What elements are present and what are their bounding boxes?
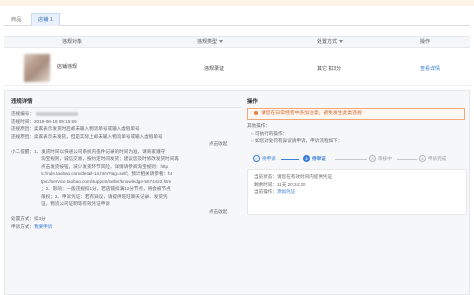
step-connector [335,159,367,160]
violation-reason-1: 违规原因：卖家表示发货时后却未输入物流单号或输入虚假单号 [11,126,140,131]
step-connector [397,159,417,160]
add-evidence-link[interactable]: 添加凭证 [277,189,295,194]
appeal-link[interactable]: 我要申诉 [34,224,52,229]
appeal-steps: ✓ 待申诉 2 待举证 3 审核中 4 申诉完成 [247,154,467,164]
violation-number-label: 违规编号： [11,111,34,116]
collapse-link[interactable]: 点击收起 [11,140,239,148]
row-object: 店铺违规 [57,64,78,70]
header-method-label: 处置方式 [317,39,338,45]
current-status: 当前状态：请您在有效时间内提供凭证 [254,174,333,179]
step-complete: 4 申诉完成 [419,154,446,164]
step-label: 申诉完成 [428,156,447,161]
knowledge-link[interactable]: tps://service.taobao.com/support/seller/… [11,178,239,186]
row-type: 违规录证 [204,66,225,72]
tip-line: 证，物流公司证明等有效凭证申诉 [41,201,110,206]
penalty-text: 处置方式：扣3分 [11,216,46,221]
tab-goods[interactable]: 商品 [4,13,28,26]
header-object: 违规对象 [62,39,83,45]
tip-line: 小二提醒：1、发货时间以快递公司系统内揽件记录的时间为准，请商家遵守 [11,148,166,154]
warning-text: 请您在日常经营中多加注意，避免发生此类违规 [261,111,362,116]
step-label: 待申诉 [262,156,276,161]
step-number: 2 [303,155,310,163]
filter-icon[interactable] [339,40,344,44]
notice-bar [0,0,474,6]
evidence-card: 当前状态：请您在有效时间内提供凭证 剩余时间：11天 20:24:20 当前操作… [247,169,467,215]
tip-line: 限权；3、申诉凭证：若有异议，请提供旺旺聊天记录、发货凭 [41,193,168,199]
operation-label: 当前操作： [254,189,277,194]
item-thumbnail [24,54,50,82]
detail-panel: 违规详情 违规编号： 违规时间：2019-08-19 09:16:59 违规原因… [4,90,470,295]
warning-box: 请您在日常经营中多加注意，避免发生此类违规 [247,108,465,120]
option-appeal: ○ 如您对处罚有异议请申诉，申诉流程如下： [251,138,343,143]
filter-icon[interactable] [219,40,224,44]
header-method[interactable]: 处置方式 [317,37,344,48]
view-detail-link[interactable]: 查看详情 [420,66,440,72]
collapse-link[interactable]: 点击收起 [11,208,239,216]
violation-reason-2: 违规原因：卖家表示未发货，但是实际上却未输入物流单号或输入虚假单号 [11,133,163,139]
header-action: 操作 [420,39,431,45]
remaining-time: 剩余时间：11天 20:24:20 [254,181,306,187]
tab-shop[interactable]: 店铺 1 [31,13,60,26]
check-icon: ✓ [253,155,260,163]
step-reviewing: 3 审核中 [369,154,392,164]
warning-icon [254,110,258,115]
rule-link[interactable]: s://rule.taobao.com/detail-14.htm?tag=se… [11,170,239,178]
header-type[interactable]: 违规类型 [197,37,224,48]
step-evidence: 2 待举证 [303,154,326,164]
redacted-number [35,111,78,116]
tip-line: 点击发货按钮，减少发货环节风险，详情请参阅淘宝规则：http [41,163,169,169]
header-type-label: 违规类型 [197,39,218,45]
appeal-method: 申诉方式：我要申诉 [11,223,239,231]
other-ops-title: 其他操作： [247,123,270,128]
step-label: 待举证 [312,156,326,161]
tip-line: ；2、影响：一般违规扣1分，若店铺扣满12分节点，将会被节点 [41,186,171,191]
step-connector [281,159,299,160]
step-pending-appeal: ✓ 待申诉 [253,154,276,164]
operation-title: 操作 [247,99,258,105]
step-number: 3 [369,155,376,163]
table-row: 店铺违规 违规录证 其它 扣3分 查看详情 [4,50,470,86]
option-executable: ○ 可执行的操作： [251,130,288,136]
violation-detail: 违规详情 违规编号： 违规时间：2019-08-19 09:16:59 违规原因… [11,97,241,231]
operation-section: 操作 请您在日常经营中多加注意，避免发生此类违规 其他操作： ○ 可执行的操作：… [247,97,467,215]
step-number: 4 [419,155,426,163]
violation-time: 违规时间：2019-08-19 09:16:59 [11,118,77,124]
detail-title: 违规详情 [11,99,33,105]
step-label: 审核中 [378,156,392,161]
tip-line: 淘宝规则，诚信交易，按约定时间发货；建议您及时修改发货时间再 [41,156,179,161]
row-method: 其它 扣3分 [317,66,342,72]
appeal-label: 申诉方式： [11,223,34,229]
current-operation: 当前操作：添加凭证 [254,188,460,196]
divider [11,107,241,108]
tab-bar: 商品 店铺 1 [4,12,470,26]
table-header: 违规对象 违规类型 处置方式 操作 [4,36,470,48]
violation-number: 违规编号： [11,110,239,118]
